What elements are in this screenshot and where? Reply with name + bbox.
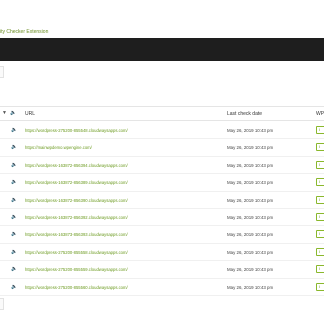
- last-check-date: May 26, 2019 10:43 pm: [227, 145, 274, 151]
- last-check-date: May 26, 2019 10:43 pm: [227, 215, 274, 220]
- row-action-button[interactable]: I: [316, 143, 324, 152]
- site-url-link[interactable]: https://wordpress-275200-855548.cloudway…: [25, 128, 128, 133]
- speaker-icon[interactable]: 🔈: [11, 266, 17, 272]
- site-url-link[interactable]: https://mainwpdemo.wpengine.com/: [25, 145, 92, 150]
- last-check-date: May 26, 2019 10:43 pm: [227, 180, 274, 186]
- last-check-date: May 26, 2019 10:43 pm: [227, 232, 274, 238]
- table-row: 🔈 https://wordpress-163872-856389.cloudwa…: [0, 174, 324, 192]
- speaker-icon[interactable]: 🔈: [11, 284, 17, 290]
- table-header: ▼ 🔈 URL Last check date WP: [0, 107, 324, 121]
- row-action-button[interactable]: I: [316, 265, 324, 274]
- row-action-button[interactable]: I: [316, 126, 324, 134]
- extension-title: ity Checker Extension: [0, 29, 49, 35]
- speaker-icon[interactable]: 🔈: [11, 127, 17, 133]
- speaker-icon[interactable]: 🔈: [11, 231, 17, 237]
- speaker-icon[interactable]: 🔈: [11, 249, 17, 255]
- sites-table: ▼ 🔈 URL Last check date WP 🔈 https://word…: [0, 106, 324, 296]
- sort-indicator-icon[interactable]: ▼: [2, 110, 7, 116]
- last-check-date: May 26, 2019 10:43 pm: [227, 267, 274, 273]
- row-action-button[interactable]: I: [316, 247, 324, 256]
- speaker-icon[interactable]: 🔈: [11, 162, 17, 168]
- last-check-date: May 26, 2019 10:43 pm: [227, 284, 274, 290]
- table-row: 🔈 https://wordpress-163872-856392.cloudwa…: [0, 209, 324, 227]
- site-url-link[interactable]: https://wordpress-275200-855560.cloudway…: [25, 285, 128, 290]
- site-url-link[interactable]: https://wordpress-275200-855558.cloudway…: [25, 250, 128, 255]
- row-action-button[interactable]: I: [316, 282, 324, 291]
- table-row: 🔈 https://wordpress-275200-855559.cloudwa…: [0, 261, 324, 279]
- site-url-link[interactable]: https://wordpress-163872-856392.cloudway…: [25, 215, 128, 220]
- table-row: 🔈 https://wordpress-163873-856393.cloudwa…: [0, 226, 324, 244]
- site-url-link[interactable]: https://wordpress-163872-856394.cloudway…: [25, 163, 128, 168]
- site-url-link[interactable]: https://wordpress-163872-856389.cloudway…: [25, 180, 128, 185]
- last-check-date: May 26, 2019 10:43 pm: [227, 162, 274, 168]
- speaker-icon[interactable]: 🔈: [11, 214, 17, 220]
- site-url-link[interactable]: https://wordpress-163872-856390.cloudway…: [25, 198, 128, 203]
- column-header-last-check-date[interactable]: Last check date: [227, 111, 262, 117]
- speaker-icon[interactable]: 🔈: [11, 197, 17, 203]
- table-row: 🔈 https://wordpress-275200-855560.cloudwa…: [0, 279, 324, 296]
- speaker-icon[interactable]: 🔈: [11, 179, 17, 185]
- row-action-button[interactable]: I: [316, 160, 324, 169]
- table-row: 🔈 https://mainwpdemo.wpengine.com/May 26,…: [0, 139, 324, 157]
- last-check-date: May 26, 2019 10:43 pm: [227, 249, 274, 255]
- last-check-date: May 26, 2019 10:43 pm: [227, 128, 274, 133]
- table-row: 🔈 https://wordpress-163872-856390.cloudwa…: [0, 192, 324, 209]
- site-url-link[interactable]: https://wordpress-275200-855559.cloudway…: [25, 267, 128, 272]
- last-check-date: May 26, 2019 10:43 pm: [227, 197, 274, 203]
- table-row: 🔈 https://wordpress-275200-855558.cloudwa…: [0, 244, 324, 262]
- footer-control[interactable]: [0, 298, 4, 310]
- site-url-link[interactable]: https://wordpress-163873-856393.cloudway…: [25, 232, 128, 237]
- toolbar-control[interactable]: [0, 66, 4, 78]
- speaker-icon: 🔈: [10, 110, 17, 116]
- table-row: 🔈 https://wordpress-275200-855548.cloudwa…: [0, 122, 324, 140]
- row-action-button[interactable]: I: [316, 230, 324, 239]
- header-bar: [0, 38, 324, 61]
- row-action-button[interactable]: I: [316, 213, 324, 221]
- row-action-button[interactable]: I: [316, 178, 324, 187]
- speaker-icon[interactable]: 🔈: [11, 144, 17, 150]
- column-header-url[interactable]: URL: [25, 111, 35, 117]
- table-row: 🔈 https://wordpress-163872-856394.cloudwa…: [0, 157, 324, 175]
- row-action-button[interactable]: I: [316, 195, 324, 204]
- column-header-action[interactable]: WP: [316, 111, 324, 117]
